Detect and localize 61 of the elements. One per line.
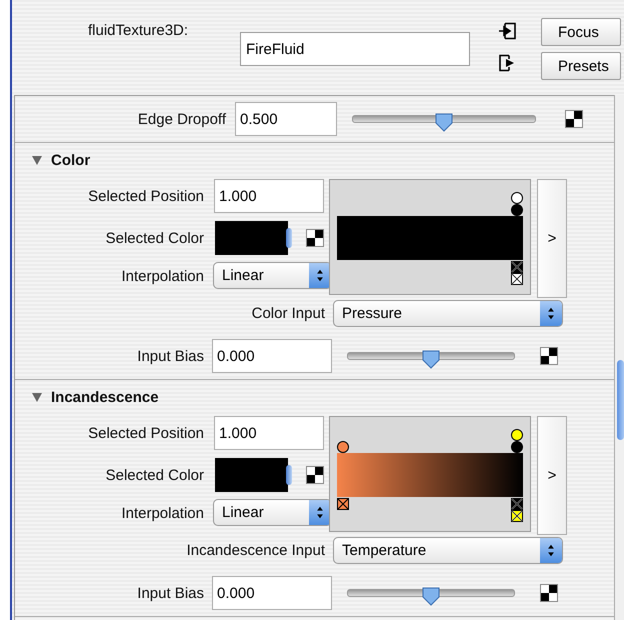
value-slider-handle[interactable] (286, 228, 292, 248)
map-texture-icon[interactable] (540, 347, 558, 365)
header-button[interactable]: Presets (541, 52, 621, 80)
field-label: Incandescence Input (186, 542, 325, 559)
color-stop-marker[interactable] (511, 192, 523, 204)
scrollbar[interactable] (614, 95, 624, 620)
input-dropdown[interactable]: Pressure (333, 300, 563, 327)
color-stop-handle[interactable] (511, 498, 523, 510)
slider-thumb[interactable] (434, 112, 454, 132)
field-label: Interpolation (120, 504, 204, 522)
color-stop-marker[interactable] (511, 441, 523, 453)
slider-thumb[interactable] (421, 349, 441, 369)
color-stop-marker[interactable] (511, 429, 523, 441)
field-label: Selected Position (87, 188, 204, 205)
field-label: Color Input (250, 305, 325, 322)
node-name-field[interactable]: FireFluid (240, 32, 470, 66)
ramp-editor[interactable] (329, 179, 531, 295)
expand-triangle-icon[interactable] (31, 391, 43, 403)
section-title: Color (51, 152, 90, 168)
expand-ramp-button[interactable]: > (537, 179, 567, 298)
ramp-editor[interactable] (329, 416, 531, 532)
slider-thumb[interactable] (421, 586, 441, 606)
color-stop-handle[interactable] (511, 273, 523, 285)
color-swatch[interactable] (215, 458, 288, 492)
color-stop-handle[interactable] (511, 510, 523, 522)
stepper-arrows-icon (309, 500, 331, 525)
expand-ramp-button[interactable]: > (537, 416, 567, 535)
interpolation-dropdown[interactable]: Linear (213, 499, 332, 526)
field-label: Selected Color (104, 466, 204, 484)
selected-position-field[interactable]: 1.000 (214, 179, 324, 213)
value-slider-handle[interactable] (286, 465, 292, 485)
color-swatch[interactable] (215, 221, 288, 255)
scrollbar-thumb[interactable] (617, 360, 624, 440)
stepper-arrows-icon (540, 301, 562, 326)
map-texture-icon[interactable] (565, 110, 583, 128)
field-label: Selected Position (87, 425, 204, 442)
edge-dropoff-field[interactable]: 0.500 (235, 102, 337, 136)
map-texture-icon[interactable] (306, 466, 324, 484)
stepper-arrows-icon (309, 263, 331, 288)
node-type-label: fluidTexture3D: (88, 22, 190, 39)
expand-triangle-icon[interactable] (31, 154, 43, 166)
map-texture-icon[interactable] (306, 229, 324, 247)
color-stop-marker[interactable] (337, 441, 349, 453)
stepper-arrows-icon (540, 538, 562, 563)
field-label: Selected Color (104, 230, 204, 246)
field-label: Input Bias (136, 584, 204, 602)
input-dropdown[interactable]: Temperature (333, 537, 563, 564)
color-stop-marker[interactable] (511, 204, 523, 216)
interpolation-dropdown[interactable]: Linear (213, 262, 332, 289)
input-connection-icon[interactable] (498, 22, 518, 40)
selected-position-field[interactable]: 1.000 (214, 416, 324, 450)
color-stop-handle[interactable] (511, 261, 523, 273)
section-title: Incandescence (51, 388, 159, 406)
input-bias-field[interactable]: 0.000 (212, 576, 332, 610)
field-label: Interpolation (120, 268, 204, 284)
field-label: Edge Dropoff (136, 110, 226, 128)
field-label: Input Bias (136, 348, 204, 364)
color-stop-handle[interactable] (337, 498, 349, 510)
header-button[interactable]: Focus (541, 18, 621, 46)
input-bias-field[interactable]: 0.000 (212, 339, 332, 373)
map-texture-icon[interactable] (540, 584, 558, 602)
